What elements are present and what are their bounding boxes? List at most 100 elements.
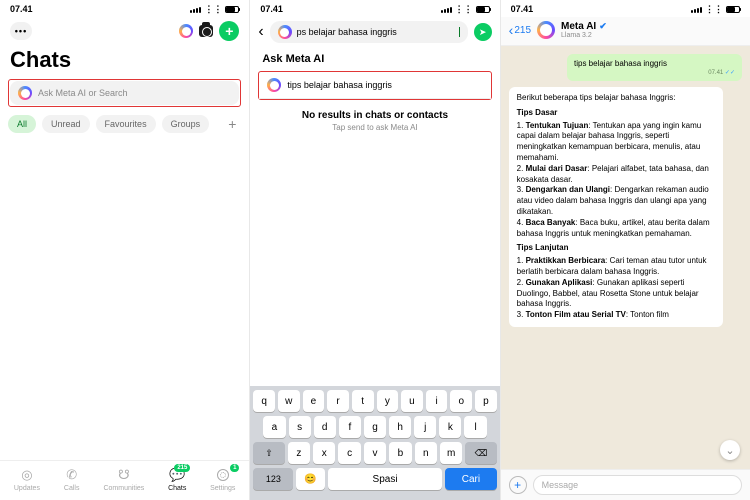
clock: 07.41: [260, 4, 283, 15]
key-w[interactable]: w: [278, 390, 300, 412]
ai-avatar[interactable]: [537, 21, 555, 39]
message-input[interactable]: Message: [533, 475, 742, 495]
updates-icon: ◎: [19, 467, 35, 483]
battery-icon: [726, 6, 740, 13]
model-label: Llama 3.2: [561, 32, 607, 39]
wifi-icon: ⋮⋮: [705, 4, 723, 15]
text-cursor: [459, 27, 460, 37]
key-⌫[interactable]: ⌫: [465, 442, 496, 464]
keyboard: qwertyuiop asdfghjkl ⇧ zxcvbnm⌫ 123 😊 Sp…: [250, 386, 499, 500]
numbers-key[interactable]: 123: [253, 468, 293, 490]
verified-icon: ✔: [599, 21, 607, 32]
status-bar: 07.41 ⋮⋮: [0, 0, 249, 17]
key-v[interactable]: v: [364, 442, 386, 464]
key-t[interactable]: t: [352, 390, 374, 412]
back-button[interactable]: ‹215: [509, 22, 531, 38]
search-box[interactable]: [270, 21, 468, 43]
search-screen: 07.41 ⋮⋮ ‹ ➤ Ask Meta AI tips belajar ba…: [250, 0, 499, 500]
tab-settings[interactable]: 1Settings: [210, 467, 235, 492]
key-g[interactable]: g: [364, 416, 386, 438]
key-y[interactable]: y: [377, 390, 399, 412]
search-placeholder: Ask Meta AI or Search: [38, 88, 128, 98]
add-filter-button[interactable]: +: [223, 116, 241, 132]
key-b[interactable]: b: [389, 442, 411, 464]
tab-calls[interactable]: ✆Calls: [64, 467, 80, 492]
key-h[interactable]: h: [389, 416, 411, 438]
key-row-3: ⇧ zxcvbnm⌫: [253, 442, 496, 464]
suggestion-row[interactable]: tips belajar bahasa inggris: [259, 72, 490, 99]
chats-badge: 215: [174, 464, 190, 472]
no-results: No results in chats or contacts: [250, 104, 499, 123]
key-e[interactable]: e: [303, 390, 325, 412]
new-chat-button[interactable]: +: [219, 21, 239, 41]
search-highlight: Ask Meta AI or Search: [8, 79, 241, 107]
key-p[interactable]: p: [475, 390, 497, 412]
key-x[interactable]: x: [313, 442, 335, 464]
chat-header: ‹215 Meta AI✔ Llama 3.2: [501, 17, 750, 46]
settings-badge: 1: [230, 464, 239, 472]
filter-unread[interactable]: Unread: [42, 115, 90, 133]
scroll-down-button[interactable]: ⌄: [720, 440, 740, 460]
tab-chats[interactable]: 💬215Chats: [168, 467, 186, 492]
suggestion-highlight: tips belajar bahasa inggris: [258, 71, 491, 100]
camera-icon[interactable]: [199, 25, 213, 37]
key-d[interactable]: d: [314, 416, 336, 438]
key-j[interactable]: j: [414, 416, 436, 438]
more-button[interactable]: •••: [10, 22, 32, 40]
key-r[interactable]: r: [327, 390, 349, 412]
search-input[interactable]: Ask Meta AI or Search: [10, 81, 239, 105]
search-field[interactable]: [297, 27, 454, 37]
filter-all[interactable]: All: [8, 115, 36, 133]
key-z[interactable]: z: [288, 442, 310, 464]
key-a[interactable]: a: [263, 416, 285, 438]
meta-ai-ring-icon: [18, 86, 32, 100]
key-c[interactable]: c: [338, 442, 360, 464]
space-key[interactable]: Spasi: [328, 468, 442, 490]
signal-icon: [190, 7, 201, 13]
wifi-icon: ⋮⋮: [204, 4, 222, 15]
chat-screen: 07.41 ⋮⋮ ‹215 Meta AI✔ Llama 3.2 tips be…: [501, 0, 750, 500]
read-icon: ✓✓: [725, 70, 735, 76]
suggestion-text: tips belajar bahasa inggris: [287, 80, 392, 90]
ai-message[interactable]: Berikut beberapa tips belajar bahasa Ing…: [509, 87, 724, 327]
signal-icon: [441, 7, 452, 13]
signal-icon: [691, 7, 702, 13]
filter-favourites[interactable]: Favourites: [96, 115, 156, 133]
key-q[interactable]: q: [253, 390, 275, 412]
key-i[interactable]: i: [426, 390, 448, 412]
key-u[interactable]: u: [401, 390, 423, 412]
meta-ai-ring-icon: [267, 78, 281, 92]
tab-bar: ◎Updates ✆Calls ☋Communities 💬215Chats 1…: [0, 460, 249, 500]
tab-updates[interactable]: ◎Updates: [14, 467, 40, 492]
key-row-2: asdfghjkl: [253, 416, 496, 438]
enter-key[interactable]: Cari: [445, 468, 496, 490]
key-m[interactable]: m: [440, 442, 462, 464]
clock: 07.41: [511, 4, 534, 15]
key-l[interactable]: l: [464, 416, 486, 438]
send-button[interactable]: ➤: [474, 23, 492, 41]
key-row-4: 123 😊 Spasi Cari: [253, 468, 496, 490]
key-f[interactable]: f: [339, 416, 361, 438]
chat-body[interactable]: tips belajar bahasa inggris 07.41 ✓✓ Ber…: [501, 46, 750, 469]
back-button[interactable]: ‹: [258, 23, 263, 41]
key-s[interactable]: s: [289, 416, 311, 438]
chat-title-block[interactable]: Meta AI✔ Llama 3.2: [561, 21, 607, 39]
attach-button[interactable]: +: [509, 476, 527, 494]
ask-heading: Ask Meta AI: [250, 49, 499, 71]
key-k[interactable]: k: [439, 416, 461, 438]
emoji-key[interactable]: 😊: [296, 468, 325, 490]
calls-icon: ✆: [64, 467, 80, 483]
meta-ai-ring-icon: [278, 25, 292, 39]
key-n[interactable]: n: [415, 442, 437, 464]
user-message[interactable]: tips belajar bahasa inggris 07.41 ✓✓: [567, 54, 742, 81]
no-results-sub: Tap send to ask Meta AI: [250, 123, 499, 132]
communities-icon: ☋: [116, 467, 132, 483]
filter-groups[interactable]: Groups: [162, 115, 210, 133]
battery-icon: [476, 6, 490, 13]
clock: 07.41: [10, 4, 33, 15]
meta-ai-icon[interactable]: [179, 24, 193, 38]
tab-communities[interactable]: ☋Communities: [103, 467, 144, 492]
shift-key[interactable]: ⇧: [253, 442, 284, 464]
battery-icon: [225, 6, 239, 13]
key-o[interactable]: o: [450, 390, 472, 412]
